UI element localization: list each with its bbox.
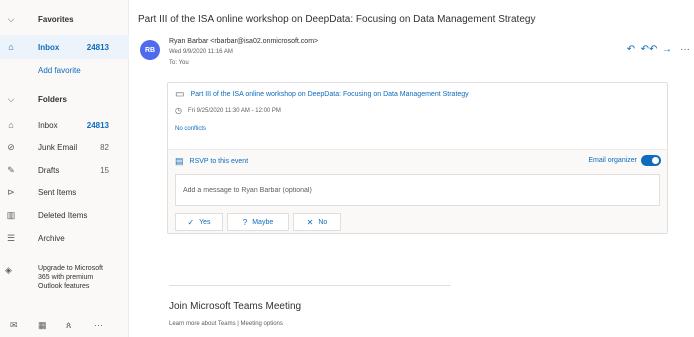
sent-date: Wed 9/9/2020 11:16 AM (169, 49, 233, 55)
divider (169, 285, 451, 286)
meeting-options-link[interactable]: Meeting options (241, 321, 283, 327)
upgrade-link[interactable]: Upgrade to Microsoft 365 with premium Ou… (38, 264, 113, 291)
app-switcher: ✉ ▦ ጰ ··· (0, 313, 129, 337)
forward-icon[interactable]: → (658, 44, 676, 55)
learn-more-link[interactable]: Learn more about Teams (169, 321, 236, 327)
question-icon: ? (242, 217, 248, 227)
folder-deleted-items[interactable]: ▥ Deleted Items (0, 204, 129, 226)
rsvp-message-input[interactable] (175, 174, 660, 206)
folder-drafts[interactable]: ✎ Drafts 15 (0, 159, 129, 181)
chevron-down-icon: ⌵ (7, 13, 15, 24)
unread-count: 24813 (86, 120, 109, 130)
rsvp-header: ▤ RSVP to this event (175, 156, 248, 167)
mail-icon[interactable]: ✉ (10, 320, 18, 331)
folder-sent-items[interactable]: ⊳ Sent Items (0, 181, 129, 203)
recipients: To: You (169, 60, 189, 66)
folder-inbox[interactable]: ⌂ Inbox 24813 (0, 114, 129, 136)
chevron-down-icon: ⌵ (7, 93, 15, 104)
clock-icon: ◷ (175, 106, 182, 115)
email-organizer-toggle[interactable] (641, 155, 661, 166)
check-icon: ✓ (187, 217, 195, 227)
conflicts-link[interactable]: No conflicts (175, 126, 206, 132)
sender-avatar[interactable]: RB (140, 40, 160, 60)
unread-count: 24813 (86, 42, 109, 52)
link-separator: | (237, 321, 239, 327)
favorite-inbox[interactable]: ⌂ Inbox 24813 (0, 35, 129, 59)
sender-name[interactable]: Ryan Barbar <rbarbar@isa02.onmicrosoft.c… (169, 38, 318, 45)
item-count: 82 (100, 142, 109, 152)
event-title-link[interactable]: Part III of the ISA online workshop on D… (190, 91, 468, 98)
event-time-row: ◷ Fri 9/25/2020 11:30 AM - 12:00 PM (175, 106, 281, 115)
folder-archive[interactable]: ☰ Archive (0, 227, 129, 249)
event-title-row: ▭ Part III of the ISA online workshop on… (175, 89, 469, 100)
send-icon: ⊳ (7, 186, 15, 197)
diamond-icon: ◈ (5, 265, 12, 275)
inbox-icon: ⌂ (8, 120, 14, 130)
more-actions-icon[interactable]: ··· (676, 44, 694, 55)
join-teams-meeting-link[interactable]: Join Microsoft Teams Meeting (169, 301, 301, 312)
calendar-check-icon: ▤ (175, 156, 184, 166)
toggle-knob (652, 157, 659, 164)
folder-junk-email[interactable]: ⊘ Junk Email 82 (0, 136, 129, 158)
calendar-icon: ▭ (175, 89, 185, 100)
rsvp-section: ▤ RSVP to this event Email organizer ✓ Y… (168, 149, 667, 233)
pencil-icon: ✎ (7, 164, 15, 175)
close-icon: ✕ (306, 217, 314, 227)
meeting-card: ▭ Part III of the ISA online workshop on… (167, 82, 668, 234)
no-button[interactable]: ✕ No (293, 213, 341, 231)
teams-links: Learn more about Teams | Meeting options (169, 321, 283, 327)
navigation-pane: ⌵ Favorites ⌂ Inbox 24813 Add favorite ⌵… (0, 0, 129, 337)
reply-all-icon[interactable]: ↶↶ (640, 44, 658, 55)
item-count: 15 (100, 165, 109, 175)
add-favorite-link[interactable]: Add favorite (38, 66, 81, 75)
calendar-icon[interactable]: ▦ (38, 320, 47, 331)
message-subject: Part III of the ISA online workshop on D… (138, 14, 536, 25)
folders-header[interactable]: ⌵ Folders (0, 88, 129, 110)
event-time: Fri 9/25/2020 11:30 AM - 12:00 PM (187, 107, 281, 114)
inbox-icon: ⌂ (8, 42, 14, 52)
trash-icon: ▥ (6, 209, 16, 220)
yes-button[interactable]: ✓ Yes (175, 213, 223, 231)
reply-icon[interactable]: ↶ (622, 44, 640, 55)
message-actions: ↶ ↶↶ → ··· (622, 44, 694, 55)
people-icon[interactable]: ጰ (66, 320, 71, 331)
email-organizer-label: Email organizer (588, 157, 637, 164)
archive-icon: ☰ (6, 232, 16, 243)
favorites-header[interactable]: ⌵ Favorites (0, 8, 129, 30)
rsvp-label: RSVP to this event (189, 158, 249, 165)
junk-icon: ⊘ (7, 141, 15, 152)
more-icon[interactable]: ··· (94, 320, 103, 330)
maybe-button[interactable]: ? Maybe (227, 213, 289, 231)
